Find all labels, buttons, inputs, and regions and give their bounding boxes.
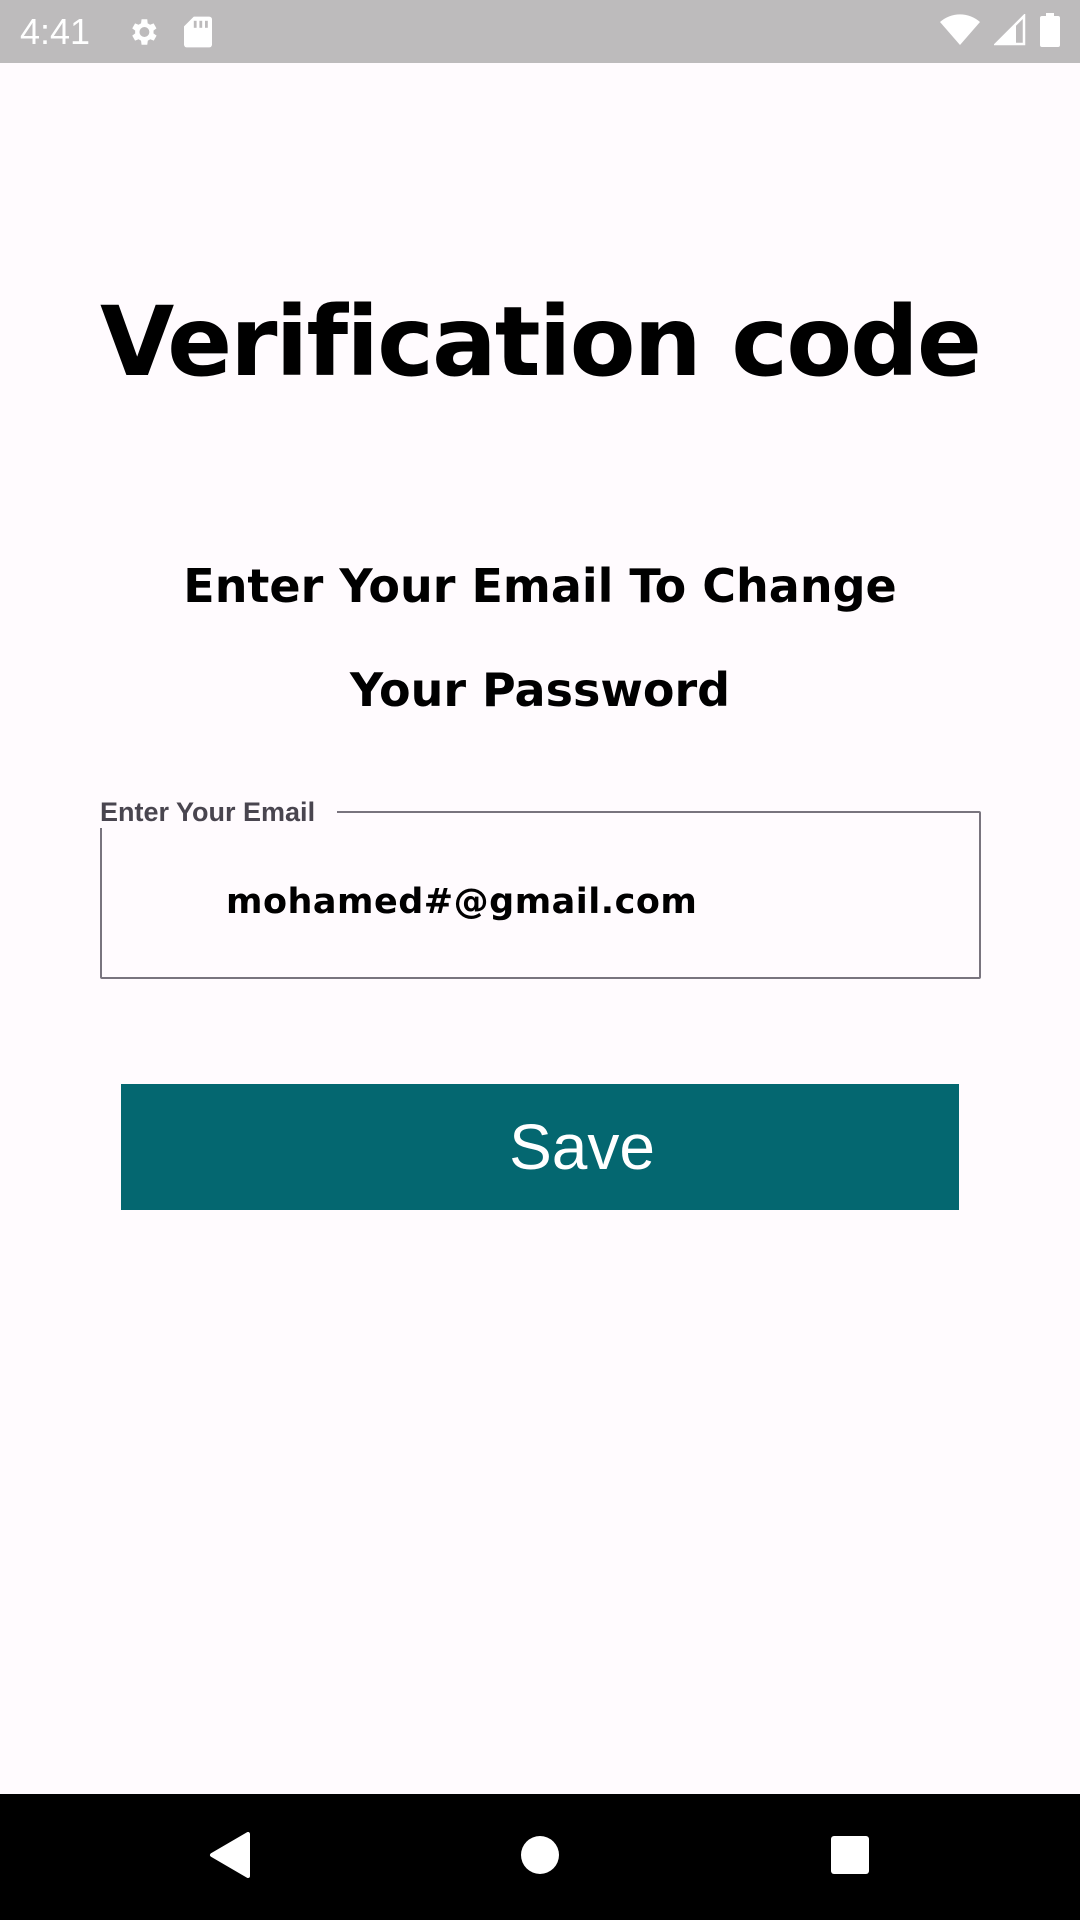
email-field-label: Enter Your Email (100, 796, 338, 828)
wifi-icon (940, 13, 980, 50)
back-button[interactable] (180, 1794, 280, 1920)
verification-screen: 4:41 Verification code Enter Your Email … (0, 0, 1080, 1920)
save-button[interactable]: Save (121, 1084, 959, 1210)
settings-icon (126, 15, 160, 49)
recents-button[interactable] (800, 1794, 900, 1920)
home-icon (520, 1835, 560, 1879)
sd-card-icon (184, 15, 213, 49)
page-title: Verification code (100, 286, 982, 398)
page-subtitle: Enter Your Email To Change Your Password (183, 559, 897, 717)
signal-icon (992, 12, 1026, 50)
back-icon (208, 1832, 252, 1882)
battery-icon (1040, 12, 1060, 51)
navigation-bar (0, 1794, 1080, 1920)
status-right-icons (940, 0, 1060, 63)
home-button[interactable] (490, 1794, 590, 1920)
status-time: 4:41 (20, 10, 91, 52)
email-field-value[interactable]: mohamed#@gmail.com (226, 877, 697, 927)
recents-icon (830, 1835, 870, 1879)
status-bar: 4:41 (0, 0, 1080, 63)
